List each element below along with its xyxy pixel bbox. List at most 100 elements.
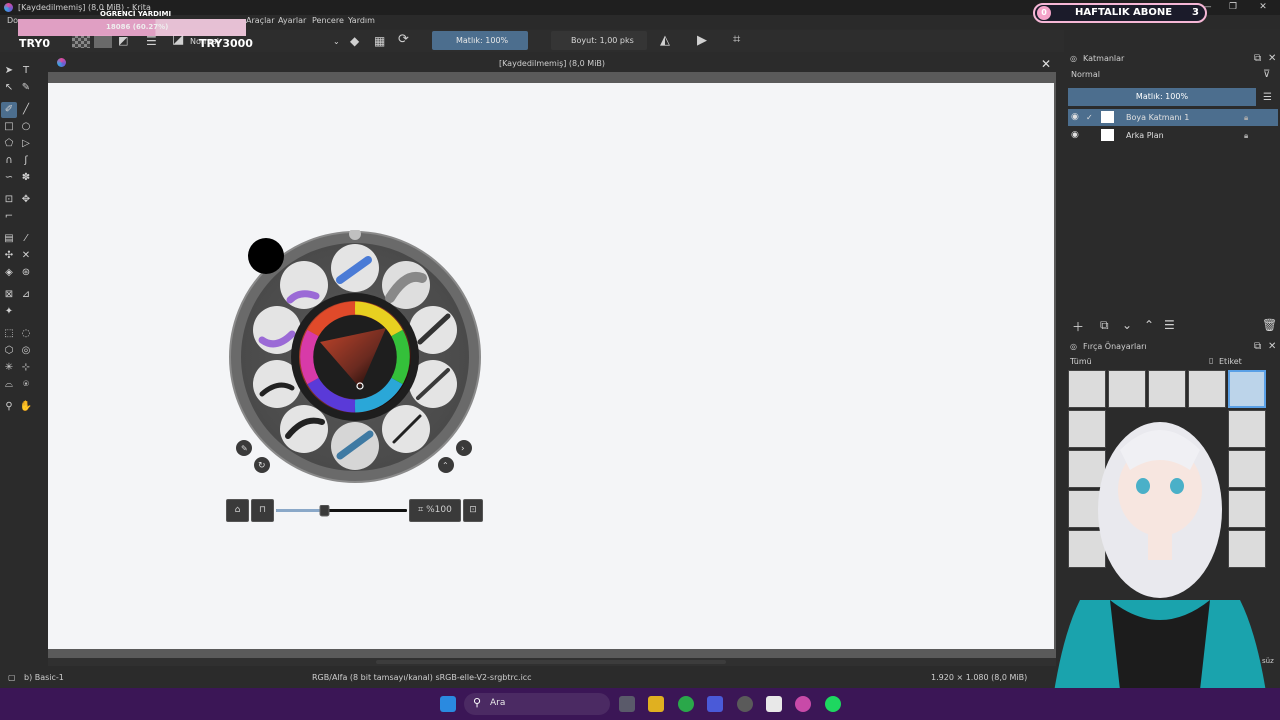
brush-preset-slot-6[interactable] xyxy=(331,422,379,470)
edit-shapes-tool-icon[interactable]: ↖ xyxy=(1,80,17,96)
brush-preset-slot-1[interactable] xyxy=(331,244,379,292)
multibrush-tool-icon[interactable]: ✽ xyxy=(18,170,34,186)
text-tool-icon[interactable]: T xyxy=(18,63,34,79)
pattern-swatch[interactable] xyxy=(94,35,112,48)
brush-preset-slot-5[interactable] xyxy=(382,405,430,453)
duplicate-layer-icon[interactable]: ⧉ xyxy=(1100,318,1109,333)
polygon-tool-icon[interactable]: ⬠ xyxy=(1,136,17,152)
contiguous-select-tool-icon[interactable]: ✳ xyxy=(1,360,17,376)
select-shapes-tool-icon[interactable]: ➤ xyxy=(1,63,17,79)
horizontal-scrollbar[interactable] xyxy=(48,658,1056,666)
magnetic-select-tool-icon[interactable]: ⍟ xyxy=(18,377,34,393)
document-tab[interactable]: [Kaydedilmemiş] (8,0 MiB) xyxy=(48,55,1056,72)
ellipse-select-tool-icon[interactable]: ◌ xyxy=(18,326,34,342)
blend-mode-chevron-icon[interactable]: ⌄ xyxy=(333,37,340,46)
transform-tool-icon[interactable]: ⊡ xyxy=(1,192,17,208)
tag-label[interactable]: Etiket xyxy=(1219,357,1242,366)
layer-filter-icon[interactable]: ⊽ xyxy=(1263,69,1270,80)
app-icon-1[interactable] xyxy=(648,696,664,712)
visibility-eye-icon[interactable]: ◉ xyxy=(1071,109,1079,126)
preserve-alpha-icon[interactable]: ▦ xyxy=(374,35,385,47)
bezier-select-tool-icon[interactable]: ⌓ xyxy=(1,377,17,393)
colorize-mask-tool-icon[interactable]: ✕ xyxy=(18,248,34,264)
freehand-path-tool-icon[interactable]: ʃ xyxy=(18,153,34,169)
color-picker-tool-icon[interactable]: ⁄ xyxy=(18,231,34,247)
add-layer-icon[interactable]: ＋ xyxy=(1072,318,1084,335)
drawing-canvas[interactable] xyxy=(48,83,1054,649)
eraser-toggle-icon[interactable]: ◆ xyxy=(350,35,359,47)
enclose-fill-tool-icon[interactable]: ⊛ xyxy=(18,265,34,281)
visibility-eye-icon[interactable]: ◉ xyxy=(1071,127,1079,144)
start-windows-icon[interactable] xyxy=(440,696,456,712)
app-icon-3[interactable] xyxy=(707,696,723,712)
gradient-tool-icon[interactable]: ▤ xyxy=(1,231,17,247)
layer-row-paint-layer-1[interactable]: ◉ ✓ Boya Katmanı 1 🔒︎ xyxy=(1068,109,1278,126)
measure-tool-icon[interactable]: ⊿ xyxy=(18,287,34,303)
brush-preset-slot-7[interactable] xyxy=(280,405,328,453)
chrome-icon[interactable] xyxy=(678,696,694,712)
polyline-tool-icon[interactable]: ▷ xyxy=(18,136,34,152)
menu-item-window[interactable]: Pencere xyxy=(312,16,344,25)
rect-select-tool-icon[interactable]: ⬚ xyxy=(1,326,17,342)
mirror-vertical-icon[interactable]: ▶ xyxy=(697,34,707,47)
mirror-horizontal-icon[interactable]: ◭ xyxy=(660,34,670,47)
menu-item-settings[interactable]: Ayarlar xyxy=(278,16,306,25)
reference-tool-icon[interactable]: ✦ xyxy=(1,304,17,320)
menu-item-tools[interactable]: Araçlar xyxy=(246,16,274,25)
delete-layer-icon[interactable]: 🗑︎ xyxy=(1262,318,1277,332)
gradient-swatch[interactable] xyxy=(72,35,90,48)
move-tool-icon[interactable]: ✥ xyxy=(18,192,34,208)
close-panel-icon[interactable]: ✕ xyxy=(1268,341,1276,352)
brush-preset-slot-10[interactable] xyxy=(280,261,328,309)
layer-row-background[interactable]: ◉ Arka Plan 🔒︎ xyxy=(1068,127,1278,144)
wrap-around-icon[interactable]: ⌗ xyxy=(733,33,740,46)
scrollbar-thumb[interactable] xyxy=(376,660,726,664)
move-up-icon[interactable]: ⌃ xyxy=(1144,318,1154,332)
tag-icon[interactable]: ▯ xyxy=(1209,356,1213,365)
mirror-canvas-icon[interactable]: ⊓ xyxy=(251,499,274,522)
move-down-icon[interactable]: ⌄ xyxy=(1122,318,1132,332)
preset-filter-dropdown[interactable]: Tümü xyxy=(1070,357,1092,366)
zoom-slider[interactable] xyxy=(276,505,409,517)
krita-taskbar-icon[interactable] xyxy=(795,696,811,712)
document-close-icon[interactable]: ✕ xyxy=(1041,57,1051,71)
zoom-tool-icon[interactable]: ⚲ xyxy=(1,399,17,415)
calligraphy-tool-icon[interactable]: ✎ xyxy=(18,80,34,96)
similar-select-tool-icon[interactable]: ⊹ xyxy=(18,360,34,376)
pan-tool-icon[interactable]: ✋ xyxy=(18,399,34,415)
rectangle-tool-icon[interactable]: □ xyxy=(1,119,17,135)
opacity-slider[interactable]: Matlık: 100% xyxy=(432,31,528,50)
close-button[interactable]: ✕ xyxy=(1250,0,1276,15)
toggle-docker-icon[interactable]: ⌂ xyxy=(226,499,249,522)
spotify-icon[interactable] xyxy=(825,696,841,712)
smart-patch-tool-icon[interactable]: ✣ xyxy=(1,248,17,264)
lock-icon[interactable]: 🔒︎ xyxy=(1244,127,1248,144)
fill-tool-icon[interactable]: ◈ xyxy=(1,265,17,281)
polygon-select-tool-icon[interactable]: ⬡ xyxy=(1,343,17,359)
layer-menu-icon[interactable]: ☰ xyxy=(1263,92,1272,103)
restore-button[interactable]: ❐ xyxy=(1220,0,1246,15)
layer-blend-mode-dropdown[interactable]: Normal xyxy=(1068,68,1254,82)
close-panel-icon[interactable]: ✕ xyxy=(1268,53,1276,64)
dynamic-brush-tool-icon[interactable]: ∽ xyxy=(1,170,17,186)
float-panel-icon[interactable]: ⧉ xyxy=(1254,53,1261,64)
ellipse-tool-icon[interactable]: ○ xyxy=(18,119,34,135)
foreground-color-swatch[interactable] xyxy=(248,238,284,274)
zoom-100-button[interactable]: ⌗ %100 xyxy=(409,499,461,522)
freehand-select-tool-icon[interactable]: ◎ xyxy=(18,343,34,359)
freehand-brush-tool-icon[interactable]: ✐ xyxy=(1,102,17,118)
layer-properties-icon[interactable]: ☰ xyxy=(1164,318,1175,332)
brush-preset-slot-2[interactable] xyxy=(382,261,430,309)
fit-to-view-icon[interactable]: ⊡ xyxy=(463,499,483,522)
menu-item-help[interactable]: Yardım xyxy=(348,16,375,25)
fg-bg-color-icon[interactable]: ◩ xyxy=(118,35,128,47)
taskbar-search[interactable]: ⚲ Ara xyxy=(464,693,610,715)
task-view-icon[interactable] xyxy=(619,696,635,712)
app-icon-4[interactable] xyxy=(737,696,753,712)
lock-icon[interactable]: 🔒︎ xyxy=(1244,109,1248,126)
bezier-tool-icon[interactable]: ∩ xyxy=(1,153,17,169)
crop-tool-icon[interactable]: ⌐ xyxy=(1,209,17,225)
menu-item-file[interactable]: Do xyxy=(7,16,18,25)
edit-brush-settings-icon[interactable]: ☰ xyxy=(146,35,157,47)
reload-preset-icon[interactable]: ⟳ xyxy=(398,33,409,46)
